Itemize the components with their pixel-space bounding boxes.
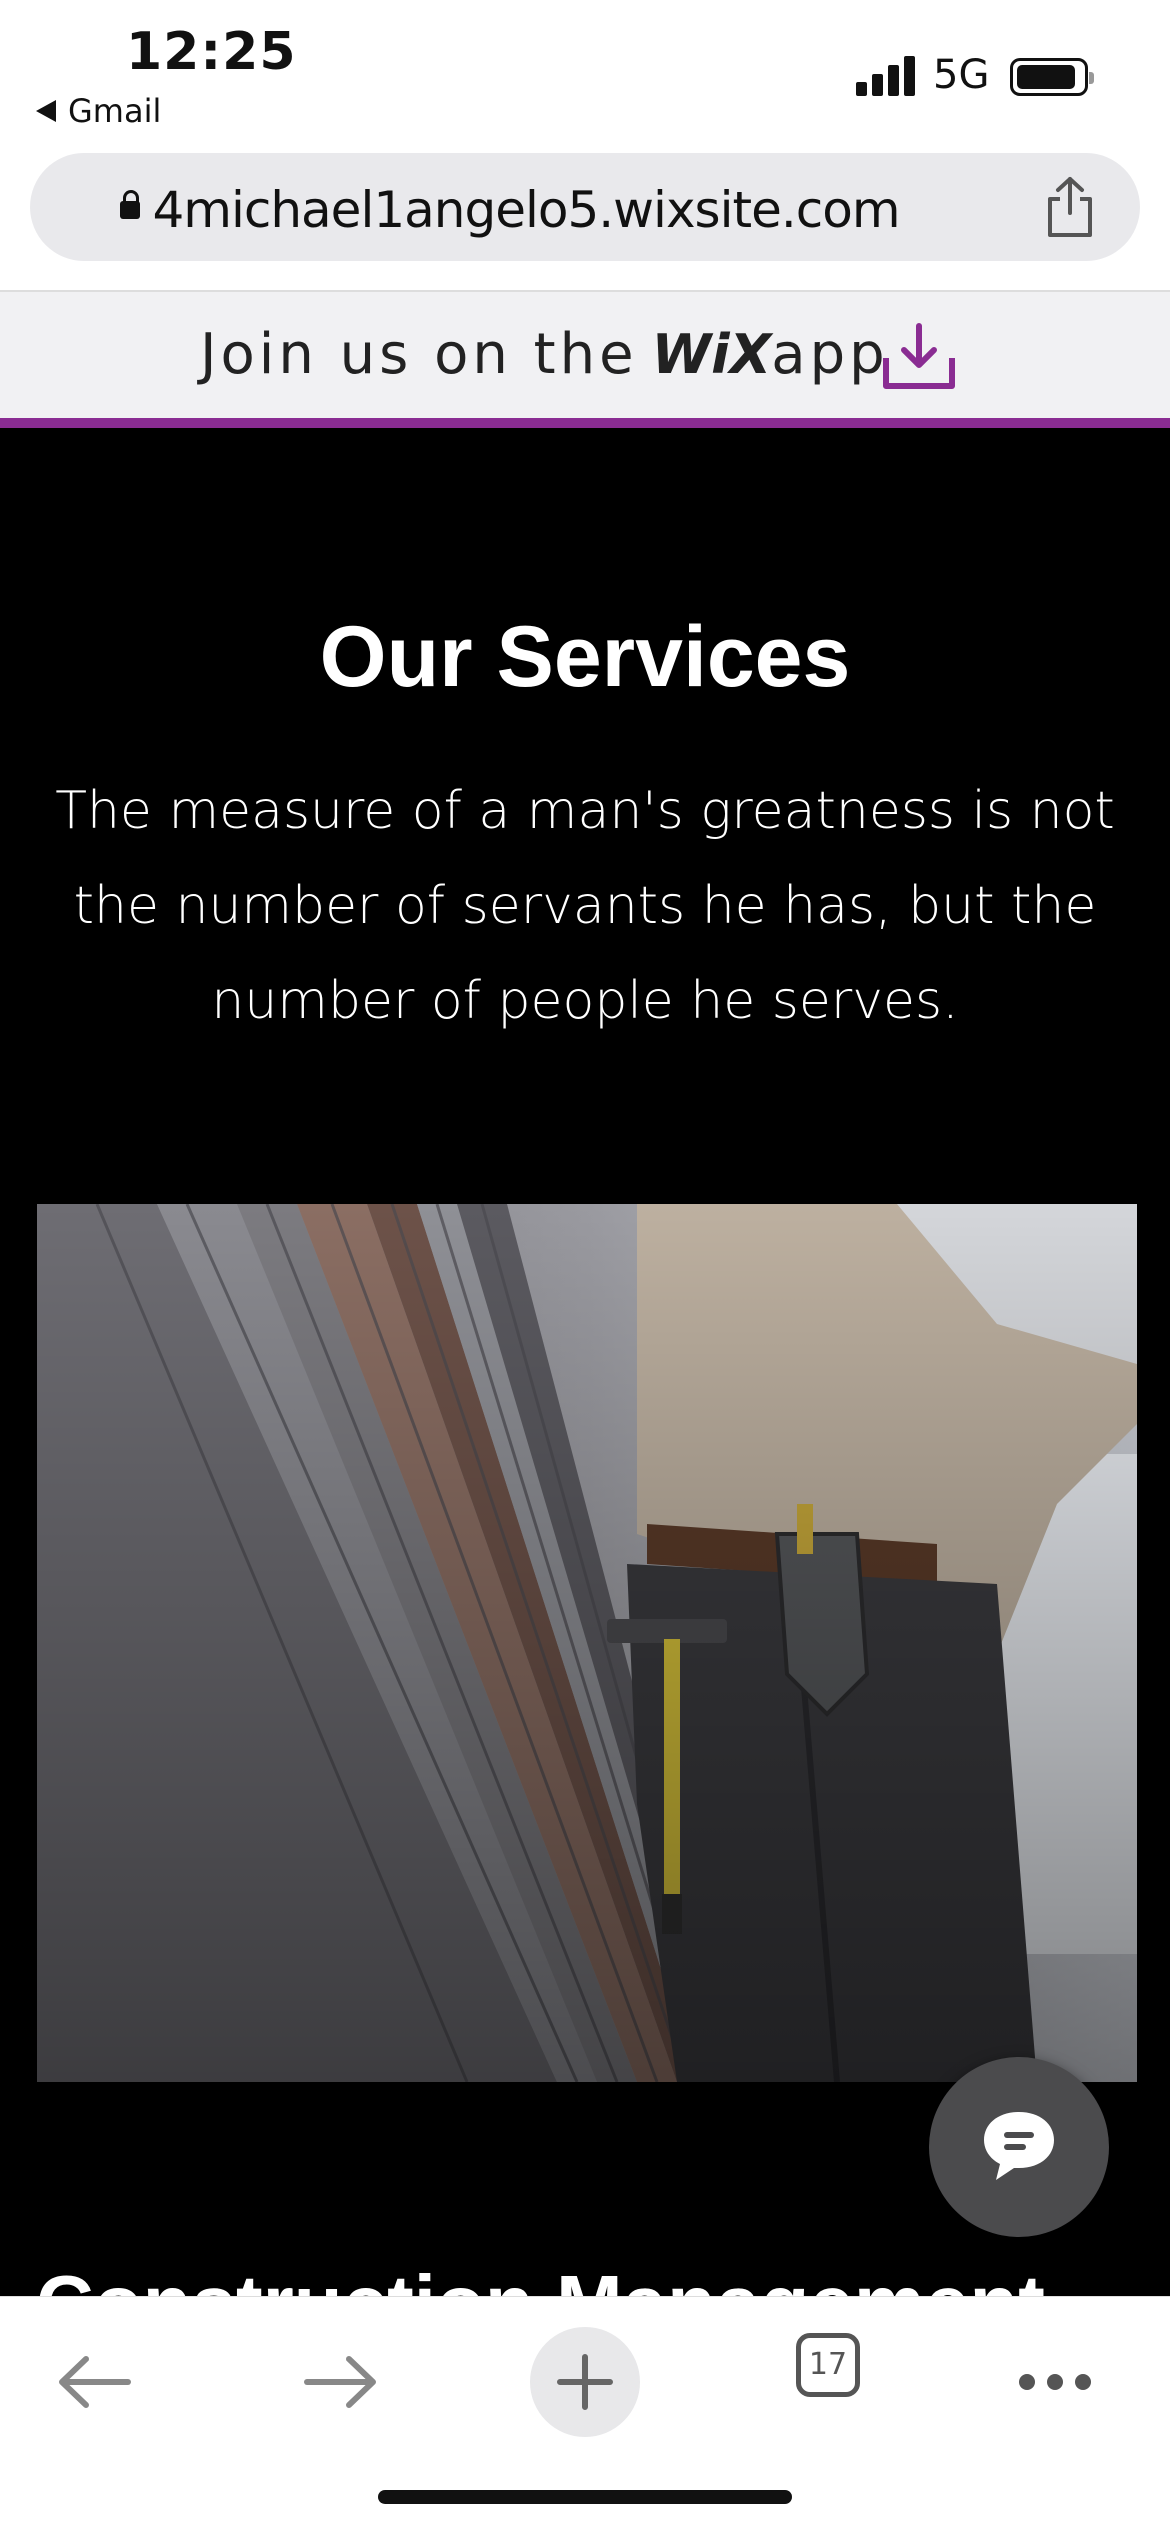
back-to-app-link[interactable]: Gmail xyxy=(36,92,161,130)
wix-banner-suffix: app xyxy=(771,322,889,387)
chat-button[interactable] xyxy=(929,2057,1109,2237)
share-icon[interactable] xyxy=(1040,175,1100,239)
tabs-button[interactable]: 17 xyxy=(796,2333,860,2397)
battery-icon xyxy=(1010,58,1094,96)
wix-banner-label: Join us on the xyxy=(200,322,638,387)
chat-icon xyxy=(984,2112,1054,2180)
section-heading: Construction Management xyxy=(36,2258,1045,2296)
status-time: 12:25 xyxy=(126,22,297,82)
forward-arrow-icon[interactable] xyxy=(285,2327,395,2437)
browser-address-area: 4michael1angelo5.wixsite.com xyxy=(0,145,1170,292)
plus-icon xyxy=(557,2354,613,2410)
home-indicator[interactable] xyxy=(378,2490,792,2504)
construction-worker-image xyxy=(37,1204,1137,2082)
network-type: 5G xyxy=(933,52,990,98)
download-icon[interactable] xyxy=(880,322,958,392)
new-tab-button[interactable] xyxy=(530,2327,640,2437)
back-arrow-icon[interactable] xyxy=(40,2327,150,2437)
wix-banner-text: Join us on the WiX app xyxy=(200,322,889,387)
wix-logo: WiX xyxy=(651,323,772,386)
back-triangle-icon xyxy=(36,100,56,122)
wix-app-banner[interactable]: Join us on the WiX app xyxy=(0,292,1170,428)
page-content: Our Services The measure of a man's grea… xyxy=(0,428,1170,2296)
services-quote: The measure of a man's greatness is not … xyxy=(55,781,1115,1031)
url-text: 4michael1angelo5.wixsite.com xyxy=(152,181,900,239)
url-display: 4michael1angelo5.wixsite.com xyxy=(30,181,990,239)
lock-icon xyxy=(120,189,141,219)
more-icon[interactable] xyxy=(1000,2327,1110,2437)
status-bar: 12:25 Gmail 5G xyxy=(0,0,1170,145)
back-app-label: Gmail xyxy=(68,92,162,130)
address-bar[interactable]: 4michael1angelo5.wixsite.com xyxy=(30,153,1140,261)
page-title: Our Services xyxy=(319,609,851,705)
services-photo xyxy=(37,1204,1137,2082)
signal-icon xyxy=(856,56,915,96)
